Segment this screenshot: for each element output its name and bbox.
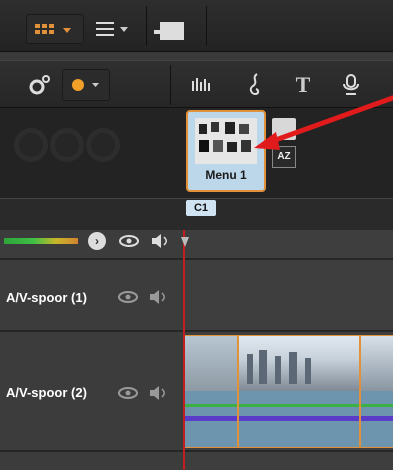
microphone-icon — [343, 74, 359, 95]
music-note-icon — [249, 73, 260, 96]
eye-icon[interactable] — [117, 290, 139, 304]
gear-icon — [29, 75, 50, 95]
menu-label: Menu 1 — [205, 168, 247, 182]
track-name: A/V-spoor (1) — [6, 290, 87, 305]
chapter-marker[interactable]: C1 — [186, 200, 216, 216]
grid-view-button[interactable] — [26, 14, 84, 44]
video-clip[interactable] — [238, 335, 360, 448]
grid-icon — [35, 24, 71, 34]
audio-levels-button[interactable] — [186, 69, 216, 101]
menu-preview-image — [195, 118, 257, 164]
disc-icon — [14, 128, 48, 162]
folder-button[interactable] — [150, 14, 190, 44]
separator — [146, 6, 147, 46]
menu-thumbnail[interactable]: Menu 1 — [186, 110, 266, 192]
list-icon — [96, 22, 128, 36]
speaker-icon[interactable] — [148, 384, 170, 402]
track-headers — [0, 230, 183, 470]
track-separator — [0, 258, 393, 260]
list-view-button[interactable] — [90, 14, 142, 44]
track-name: A/V-spoor (2) — [6, 385, 87, 400]
text-button[interactable]: T — [288, 69, 318, 101]
playhead[interactable] — [183, 230, 185, 470]
track-separator — [0, 330, 393, 332]
microphone-button[interactable] — [336, 69, 366, 101]
menu-edit-icon[interactable] — [272, 118, 296, 140]
separator — [170, 65, 171, 105]
color-button[interactable] — [62, 69, 110, 101]
settings-button[interactable] — [22, 69, 56, 101]
speaker-icon[interactable] — [150, 232, 172, 250]
eye-icon[interactable] — [118, 234, 140, 248]
disc-icon — [86, 128, 120, 162]
chevron-right-icon[interactable]: › — [88, 232, 106, 250]
video-clip[interactable] — [360, 335, 393, 448]
sort-az-icon[interactable]: AZ — [272, 146, 296, 168]
track-separator — [0, 450, 393, 452]
audio-levels-icon — [192, 78, 210, 91]
color-dot-icon — [72, 79, 99, 91]
playhead-marker-icon — [181, 237, 189, 247]
top-toolbar — [0, 0, 393, 52]
menu-side-icons: AZ — [268, 118, 300, 172]
eye-icon[interactable] — [117, 386, 139, 400]
video-clip[interactable] — [184, 335, 238, 448]
edit-toolbar: T — [0, 60, 393, 108]
folder-icon — [154, 22, 184, 40]
separator — [206, 6, 207, 46]
chevron-down-icon — [63, 28, 71, 33]
music-button[interactable] — [240, 69, 270, 101]
disc-icon — [50, 128, 84, 162]
volume-meter — [4, 238, 78, 244]
speaker-icon[interactable] — [148, 288, 170, 306]
